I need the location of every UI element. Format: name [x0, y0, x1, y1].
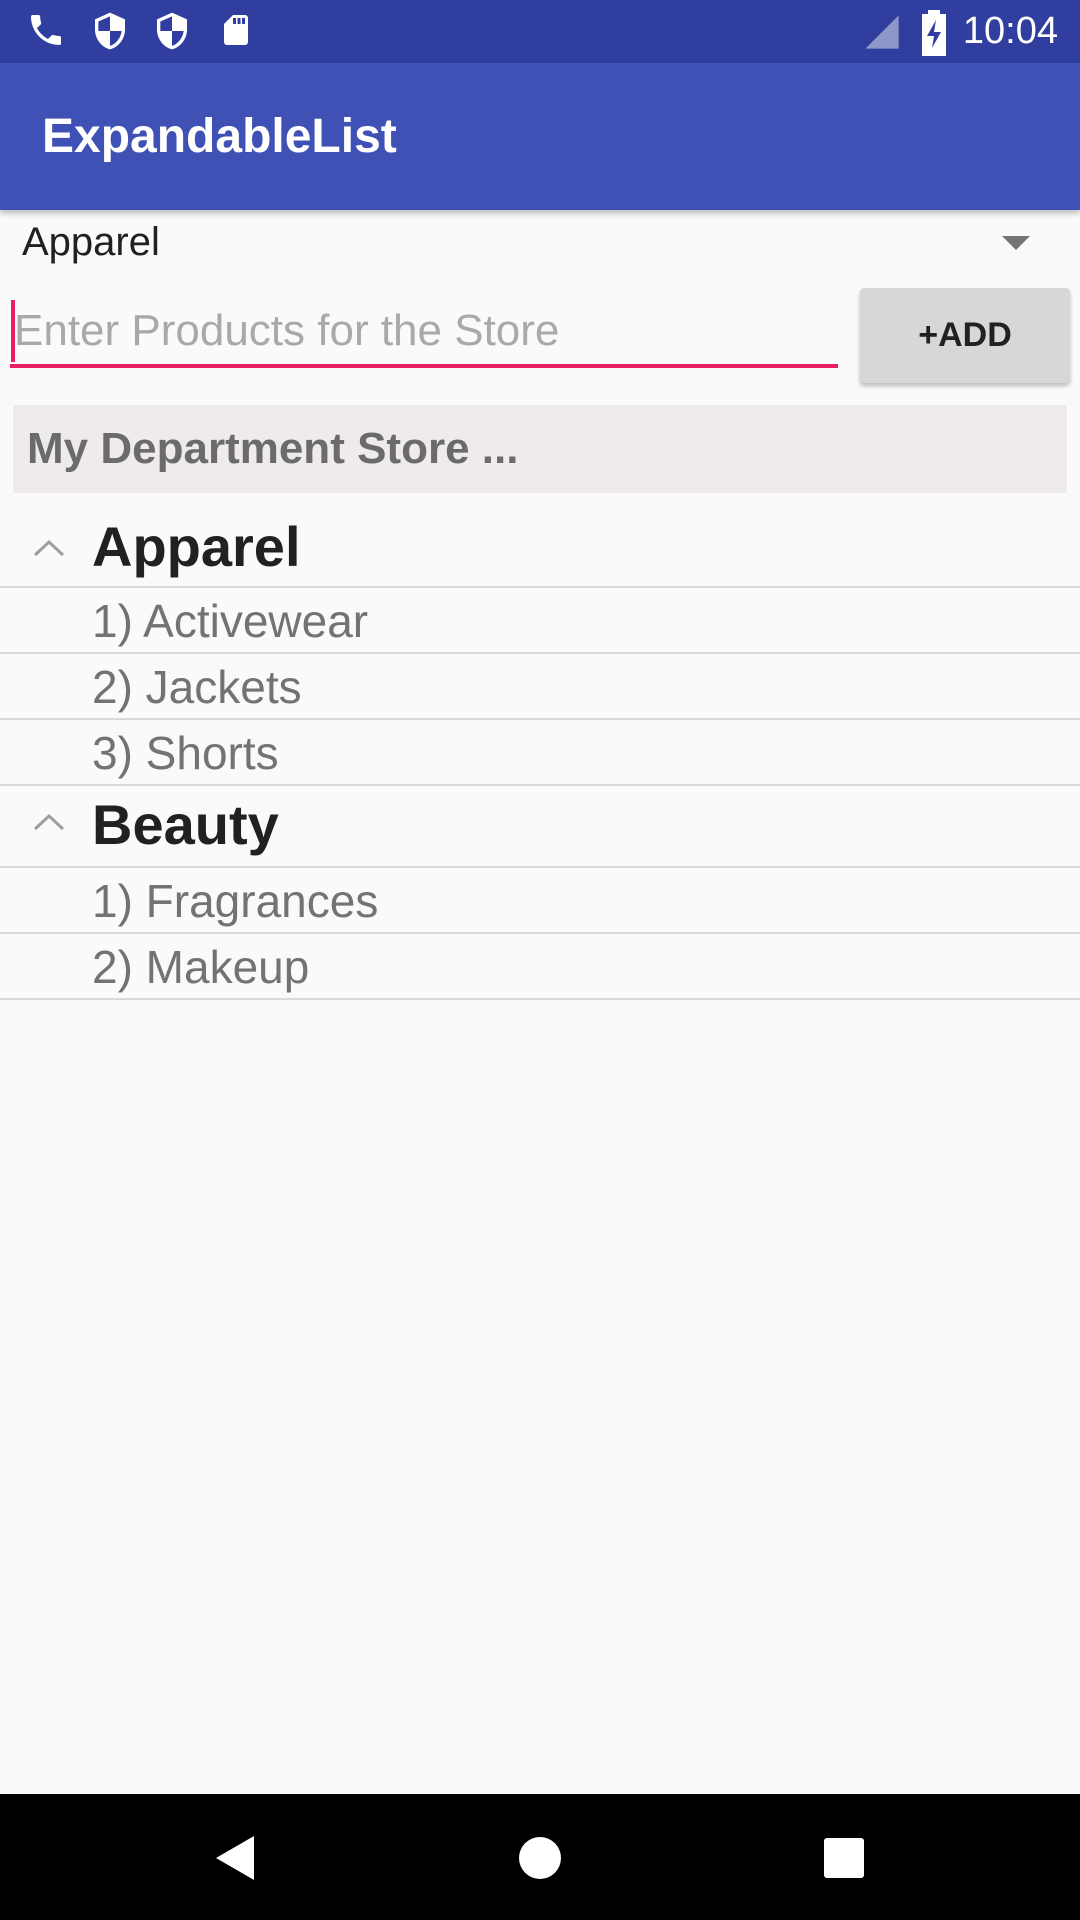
list-item-makeup[interactable]: 2) Makeup: [0, 934, 1080, 1000]
list-item-activewear[interactable]: 1) Activewear: [0, 588, 1080, 654]
chevron-up-icon: [33, 813, 65, 831]
status-bar: 10:04: [0, 0, 1080, 63]
battery-charging-icon: [922, 10, 946, 56]
store-header-title: My Department Store ...: [27, 424, 519, 473]
recents-icon[interactable]: [824, 1838, 864, 1878]
category-spinner[interactable]: Apparel: [0, 212, 1080, 282]
app-bar: ExpandableList: [0, 63, 1080, 210]
clock: 10:04: [962, 10, 1058, 52]
spinner-selected-value: Apparel: [22, 220, 160, 264]
group-label: Beauty: [92, 793, 279, 856]
app-title: ExpandableList: [42, 110, 397, 163]
shield-icon: [157, 12, 187, 50]
product-input[interactable]: [10, 298, 838, 368]
list-item-label: 2) Jackets: [92, 661, 302, 713]
back-icon[interactable]: [214, 1834, 256, 1882]
list-item-jackets[interactable]: 2) Jackets: [0, 654, 1080, 720]
signal-icon: [865, 15, 899, 49]
sd-card-icon: [224, 15, 248, 45]
group-label: Apparel: [92, 515, 301, 578]
list-item-label: 3) Shorts: [92, 727, 279, 779]
shield-icon: [95, 12, 125, 50]
dropdown-arrow-icon: [1002, 236, 1030, 250]
group-apparel[interactable]: Apparel: [0, 508, 1080, 588]
list-item-shorts[interactable]: 3) Shorts: [0, 720, 1080, 786]
phone-icon: [31, 15, 61, 45]
list-item-label: 1) Activewear: [92, 595, 369, 647]
list-item-label: 2) Makeup: [92, 941, 310, 993]
list-item-label: 1) Fragrances: [92, 875, 379, 927]
home-icon[interactable]: [518, 1836, 562, 1880]
text-cursor: [11, 300, 15, 362]
navigation-bar: [0, 1794, 1080, 1920]
group-beauty[interactable]: Beauty: [0, 786, 1080, 868]
list-item-fragrances[interactable]: 1) Fragrances: [0, 868, 1080, 934]
chevron-up-icon: [33, 539, 65, 557]
add-button[interactable]: +ADD: [860, 288, 1070, 383]
store-header: My Department Store ...: [13, 405, 1067, 493]
